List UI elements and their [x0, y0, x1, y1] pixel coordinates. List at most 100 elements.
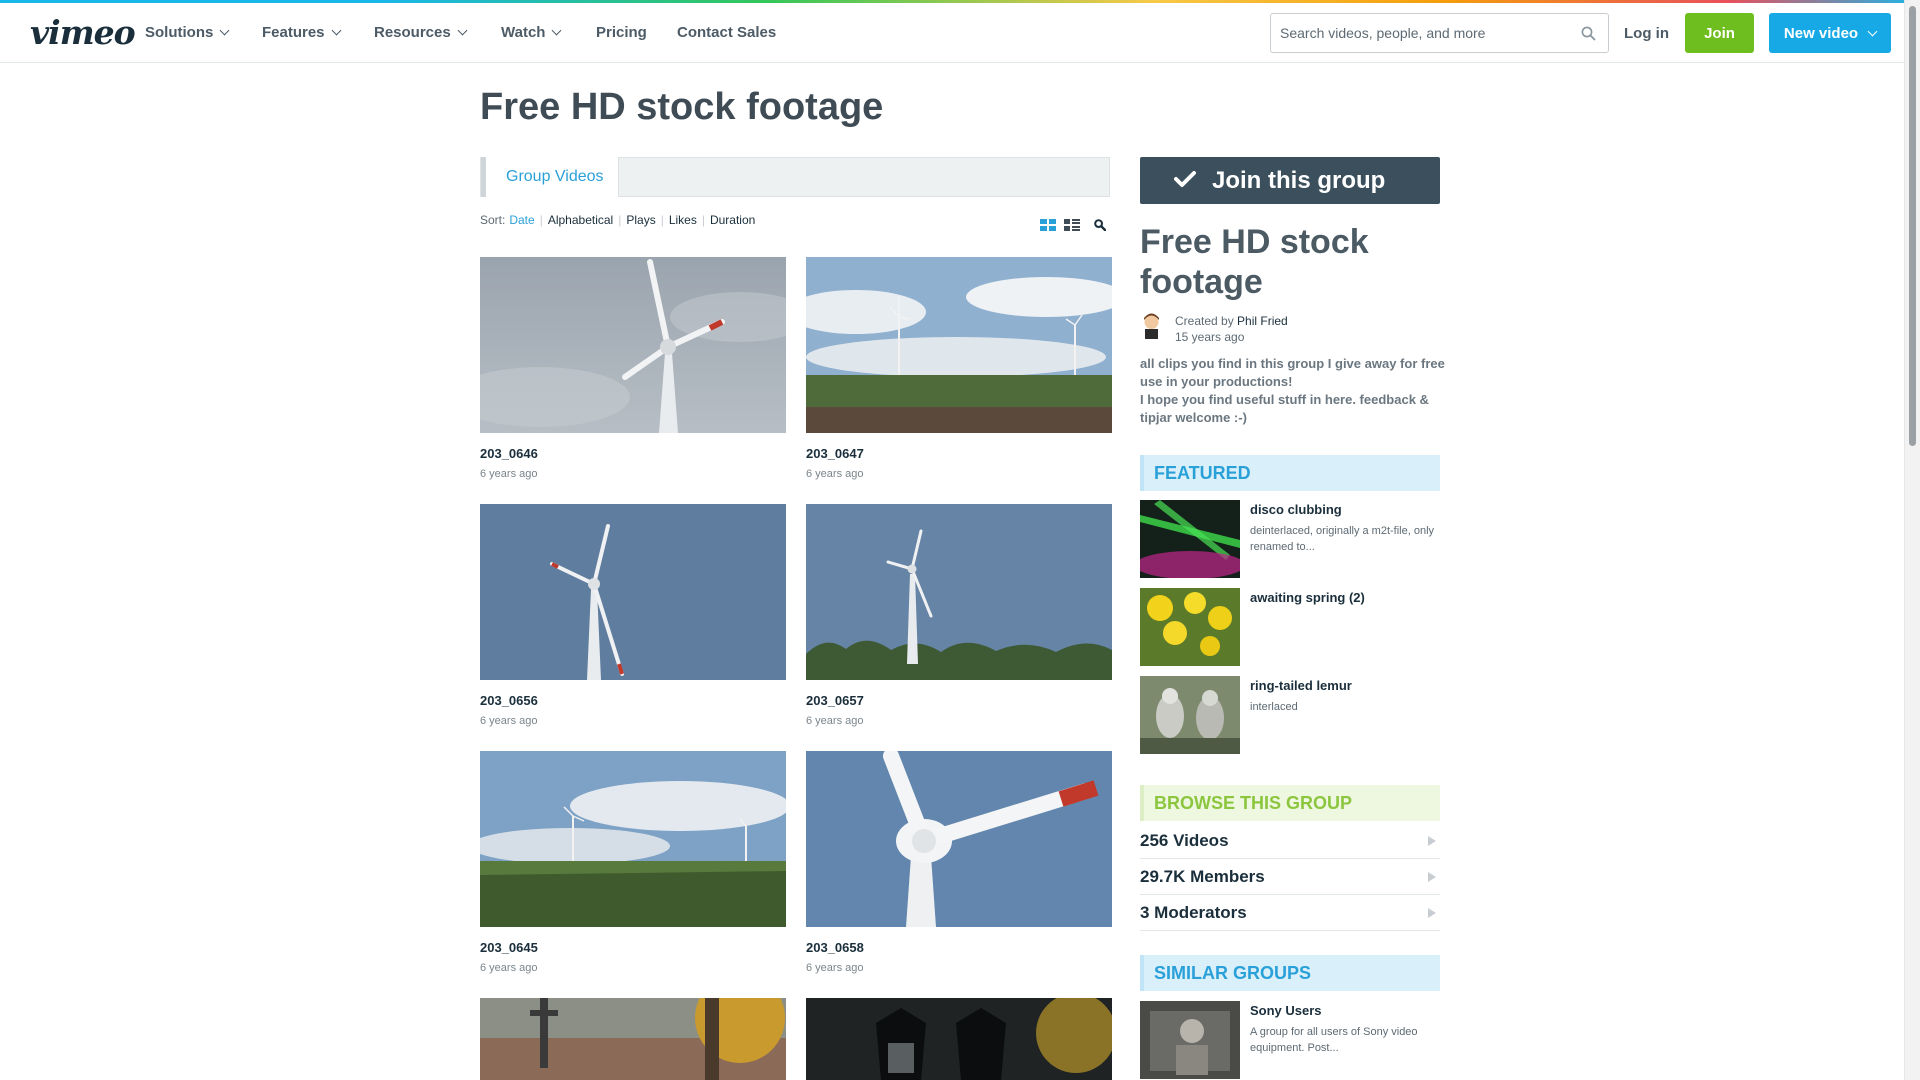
- grid-view-icon[interactable]: [1040, 218, 1056, 236]
- join-group-button[interactable]: Join this group: [1140, 157, 1440, 204]
- tab-group-videos[interactable]: Group Videos: [481, 157, 619, 197]
- browse-moderators-link[interactable]: 3 Moderators: [1140, 895, 1440, 931]
- featured-item[interactable]: ring-tailed lemur interlaced: [1140, 676, 1440, 754]
- nav-watch[interactable]: Watch: [501, 24, 562, 41]
- tab-bar: Group Videos: [480, 157, 1110, 197]
- nav-solutions[interactable]: Solutions: [145, 24, 230, 41]
- featured-thumbnail[interactable]: [1140, 500, 1240, 578]
- featured-title[interactable]: ring-tailed lemur: [1250, 678, 1352, 693]
- video-title[interactable]: 203_0657: [806, 693, 1112, 708]
- search-icon[interactable]: [1094, 218, 1107, 236]
- video-thumbnail[interactable]: [806, 751, 1112, 927]
- sort-alphabetical[interactable]: Alphabetical: [548, 213, 613, 227]
- divider: |: [618, 213, 622, 227]
- group-title: Free HD stock footage: [1140, 223, 1369, 301]
- arrow-right-icon: [1428, 871, 1436, 882]
- video-title[interactable]: 203_0647: [806, 446, 1112, 461]
- nav-pricing-label: Pricing: [596, 24, 647, 41]
- sort-duration[interactable]: Duration: [710, 213, 755, 227]
- video-card[interactable]: [806, 998, 1112, 1080]
- divider: |: [660, 213, 664, 227]
- browse-members-link[interactable]: 29.7K Members: [1140, 859, 1440, 895]
- nav-resources[interactable]: Resources: [374, 24, 468, 41]
- sort-options: Sort: Date | Alphabetical | Plays | Like…: [480, 213, 755, 227]
- featured-item[interactable]: disco clubbing deinterlaced, originally …: [1140, 500, 1440, 578]
- view-toggle: [1040, 218, 1107, 236]
- search-icon[interactable]: [1581, 26, 1596, 41]
- video-card[interactable]: 203_0656 6 years ago: [480, 504, 786, 727]
- video-card[interactable]: 203_0657 6 years ago: [806, 504, 1112, 727]
- arrow-right-icon: [1428, 835, 1436, 846]
- avatar[interactable]: [1140, 313, 1163, 345]
- video-thumbnail[interactable]: [806, 257, 1112, 433]
- video-card[interactable]: 203_0646 6 years ago: [480, 257, 786, 480]
- nav-watch-label: Watch: [501, 24, 546, 41]
- page-scrollbar[interactable]: [1904, 0, 1920, 1080]
- featured-title[interactable]: awaiting spring (2): [1250, 590, 1365, 605]
- nav-solutions-label: Solutions: [145, 24, 214, 41]
- login-link[interactable]: Log in: [1624, 25, 1669, 42]
- video-thumbnail[interactable]: [480, 751, 786, 927]
- nav-pricing[interactable]: Pricing: [596, 24, 647, 41]
- featured-thumbnail[interactable]: [1140, 588, 1240, 666]
- featured-title[interactable]: disco clubbing: [1250, 502, 1440, 517]
- video-title[interactable]: 203_0656: [480, 693, 786, 708]
- video-card[interactable]: 203_0647 6 years ago: [806, 257, 1112, 480]
- scrollbar-thumb[interactable]: [1909, 6, 1916, 446]
- video-date: 6 years ago: [480, 715, 538, 727]
- featured-subtitle: deinterlaced, originally a m2t-file, onl…: [1250, 525, 1435, 553]
- nav-features[interactable]: Features: [262, 24, 341, 41]
- browse-label: 29.7K Members: [1140, 866, 1265, 886]
- featured-item[interactable]: awaiting spring (2): [1140, 588, 1440, 666]
- video-date: 6 years ago: [480, 468, 538, 480]
- sort-plays[interactable]: Plays: [626, 213, 655, 227]
- video-title[interactable]: 203_0645: [480, 940, 786, 955]
- similar-group-item[interactable]: Sony Users A group for all users of Sony…: [1140, 1001, 1440, 1079]
- video-title[interactable]: 203_0646: [480, 446, 786, 461]
- created-by-label: Created by: [1175, 314, 1234, 328]
- created-date: 15 years ago: [1175, 330, 1245, 344]
- nav-contact-sales[interactable]: Contact Sales: [677, 24, 776, 41]
- browse-heading: BROWSE THIS GROUP: [1140, 785, 1440, 821]
- video-card[interactable]: [480, 998, 786, 1080]
- nav-resources-label: Resources: [374, 24, 451, 41]
- similar-groups-heading: SIMILAR GROUPS: [1140, 955, 1440, 991]
- list-view-icon[interactable]: [1064, 218, 1080, 236]
- video-card[interactable]: 203_0645 6 years ago: [480, 751, 786, 974]
- sort-likes[interactable]: Likes: [669, 213, 697, 227]
- arrow-right-icon: [1428, 907, 1436, 918]
- sort-date[interactable]: Date: [509, 213, 534, 227]
- similar-group-subtitle: A group for all users of Sony video equi…: [1250, 1026, 1418, 1054]
- video-date: 6 years ago: [806, 962, 864, 974]
- chevron-down-icon: [552, 25, 562, 36]
- nav-contact-sales-label: Contact Sales: [677, 24, 777, 41]
- video-thumbnail[interactable]: [806, 998, 1112, 1080]
- join-button[interactable]: Join: [1685, 13, 1754, 53]
- video-thumbnail[interactable]: [806, 504, 1112, 680]
- browse-label: 3 Moderators: [1140, 902, 1247, 922]
- new-video-button[interactable]: New video: [1769, 13, 1891, 53]
- featured-subtitle: interlaced: [1250, 701, 1298, 713]
- creator-info: Created by Phil Fried 15 years ago: [1140, 313, 1288, 345]
- similar-group-title[interactable]: Sony Users: [1250, 1003, 1440, 1018]
- similar-group-thumbnail[interactable]: [1140, 1001, 1240, 1079]
- page-title: Free HD stock footage: [480, 86, 884, 128]
- chevron-down-icon: [331, 25, 341, 36]
- creator-name[interactable]: Phil Fried: [1237, 314, 1288, 328]
- video-title[interactable]: 203_0658: [806, 940, 1112, 955]
- video-thumbnail[interactable]: [480, 998, 786, 1080]
- video-date: 6 years ago: [480, 962, 538, 974]
- search-input[interactable]: [1271, 14, 1561, 52]
- browse-videos-link[interactable]: 256 Videos: [1140, 823, 1440, 859]
- chevron-down-icon: [457, 25, 468, 36]
- vimeo-logo[interactable]: vimeo: [30, 13, 136, 52]
- checkmark-icon: [1174, 167, 1196, 195]
- browse-label: 256 Videos: [1140, 830, 1229, 850]
- divider: |: [539, 213, 543, 227]
- video-card[interactable]: 203_0658 6 years ago: [806, 751, 1112, 974]
- featured-thumbnail[interactable]: [1140, 676, 1240, 754]
- video-thumbnail[interactable]: [480, 504, 786, 680]
- video-thumbnail[interactable]: [480, 257, 786, 433]
- join-group-label: Join this group: [1212, 166, 1386, 194]
- chevron-down-icon: [1867, 26, 1878, 36]
